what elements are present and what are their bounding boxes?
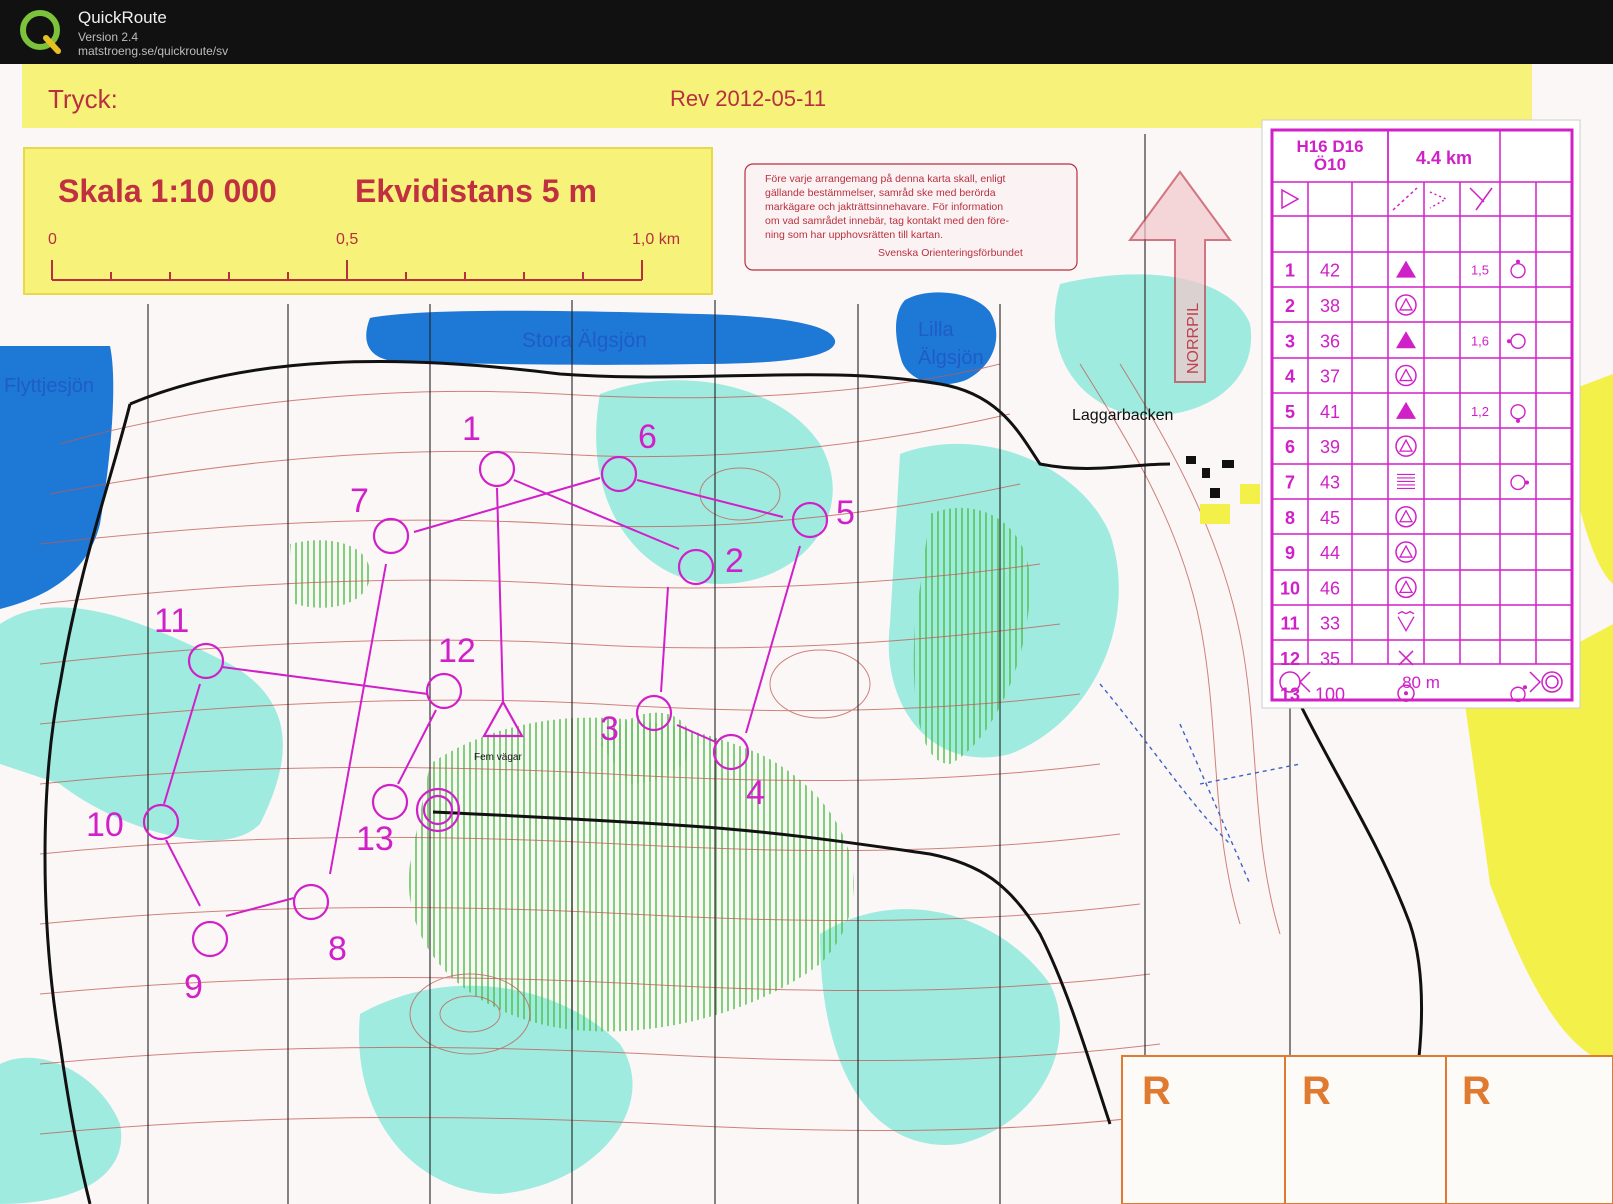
notice-line: om vad samrådet innebär, tag kontakt med… bbox=[765, 215, 1009, 227]
control-number: 7 bbox=[350, 482, 369, 520]
relay-box-label: R bbox=[1462, 1069, 1491, 1113]
sheet-class: H16 D16 bbox=[1296, 137, 1363, 156]
control-number: 11 bbox=[154, 602, 189, 640]
control-number: 3 bbox=[1285, 331, 1295, 351]
control-number: 9 bbox=[1285, 543, 1295, 563]
relay-box-label: R bbox=[1142, 1069, 1171, 1113]
control-number: 7 bbox=[1285, 472, 1295, 492]
app-version: Version 2.4 bbox=[78, 30, 139, 44]
control-code: 35 bbox=[1320, 649, 1340, 669]
finish-distance: 80 m bbox=[1402, 673, 1440, 692]
control-code: 44 bbox=[1320, 543, 1340, 563]
revision-label: Rev 2012-05-11 bbox=[670, 86, 826, 111]
contour-interval: Ekvidistans 5 m bbox=[355, 173, 597, 209]
control-description-sheet: H16 D16 Ö10 4.4 km 1 42 1,52 383 36 1,64 375 41… bbox=[1261, 119, 1581, 709]
lake-label-lilla: Lilla bbox=[918, 319, 954, 341]
notice-line: Före varje arrangemang på denna karta sk… bbox=[765, 173, 1006, 185]
control-number: 12 bbox=[438, 632, 476, 670]
notice-line: Svenska Orienteringsförbundet bbox=[878, 247, 1023, 259]
control-code: 39 bbox=[1320, 437, 1340, 457]
control-number: 4 bbox=[746, 774, 765, 812]
control-number: 13 bbox=[1280, 684, 1300, 704]
description-row: 1 42 1,5 bbox=[1285, 259, 1526, 281]
sheet-class: Ö10 bbox=[1314, 155, 1346, 174]
control-number: 8 bbox=[1285, 508, 1295, 528]
quickroute-logo-icon bbox=[20, 10, 61, 54]
sheet-distance: 4.4 km bbox=[1416, 148, 1472, 168]
control-code: 45 bbox=[1320, 508, 1340, 528]
app-titlebar: QuickRoute Version 2.4 matstroeng.se/qui… bbox=[0, 0, 1613, 64]
control-number: 13 bbox=[356, 820, 394, 858]
control-code: 38 bbox=[1320, 296, 1340, 316]
control-number: 1 bbox=[1285, 261, 1295, 281]
control-number: 3 bbox=[600, 710, 619, 748]
scalebar-tick-1: 0,5 bbox=[336, 231, 358, 248]
start-label: Fem vägar bbox=[474, 752, 522, 763]
paths bbox=[1099, 683, 1301, 885]
relay-box-label: R bbox=[1302, 1069, 1331, 1113]
control-code: 46 bbox=[1320, 578, 1340, 598]
control-number: 1 bbox=[462, 410, 481, 448]
control-code: 37 bbox=[1320, 367, 1340, 387]
north-arrow-label: NORRPIL bbox=[1185, 303, 1202, 374]
buildings bbox=[1186, 456, 1234, 498]
control-code: 42 bbox=[1320, 261, 1340, 281]
control-number: 2 bbox=[725, 542, 744, 580]
scale-box bbox=[23, 147, 713, 295]
control-dimension: 1,6 bbox=[1471, 333, 1489, 348]
lake-label-flyttjesjon: Flyttjesjön bbox=[4, 375, 94, 397]
yellow-plots bbox=[1200, 484, 1260, 524]
control-code: 33 bbox=[1320, 614, 1340, 634]
notice-line: ning som har upphovsrätten till kartan. bbox=[765, 229, 943, 241]
control-code: 36 bbox=[1320, 331, 1340, 351]
control-number: 2 bbox=[1285, 296, 1295, 316]
control-number: 12 bbox=[1280, 649, 1300, 669]
place-label-laggarbacken: Laggarbacken bbox=[1072, 407, 1173, 424]
control-number: 8 bbox=[328, 930, 347, 968]
scalebar-tick-0: 0 bbox=[48, 231, 57, 248]
control-code: 41 bbox=[1320, 402, 1340, 422]
scalebar-tick-2: 1,0 km bbox=[632, 231, 680, 248]
lake-label-lilla: Älgsjön bbox=[918, 347, 984, 369]
control-number: 10 bbox=[86, 806, 124, 844]
relay-box-area bbox=[1121, 1055, 1613, 1204]
lake-label-stora: Stora Älgsjön bbox=[522, 329, 647, 352]
control-number: 9 bbox=[184, 968, 203, 1006]
tryck-label: Tryck: bbox=[48, 84, 118, 114]
notice-line: gällande bestämmelser, samråd ske med be… bbox=[765, 187, 996, 199]
control-number: 6 bbox=[638, 418, 657, 456]
control-code: 100 bbox=[1315, 684, 1345, 704]
scale-title: Skala 1:10 000 bbox=[58, 173, 277, 209]
control-number: 11 bbox=[1280, 614, 1299, 634]
control-dimension: 1,5 bbox=[1471, 263, 1489, 278]
control-dimension: 1,2 bbox=[1471, 404, 1489, 419]
control-number: 5 bbox=[1285, 402, 1295, 422]
app-url[interactable]: matstroeng.se/quickroute/sv bbox=[78, 44, 228, 58]
control-number: 5 bbox=[836, 494, 855, 532]
orienteering-map[interactable]: Tryck: Rev 2012-05-11 Skala 1:10 000 Ekv… bbox=[0, 64, 1613, 1204]
notice-line: markägare och jakträttsinnehavare. För i… bbox=[765, 201, 1003, 213]
control-number: 4 bbox=[1285, 367, 1295, 387]
app-name: QuickRoute bbox=[78, 8, 167, 27]
control-number: 6 bbox=[1285, 437, 1295, 457]
control-number: 10 bbox=[1280, 578, 1300, 598]
control-code: 43 bbox=[1320, 472, 1340, 492]
